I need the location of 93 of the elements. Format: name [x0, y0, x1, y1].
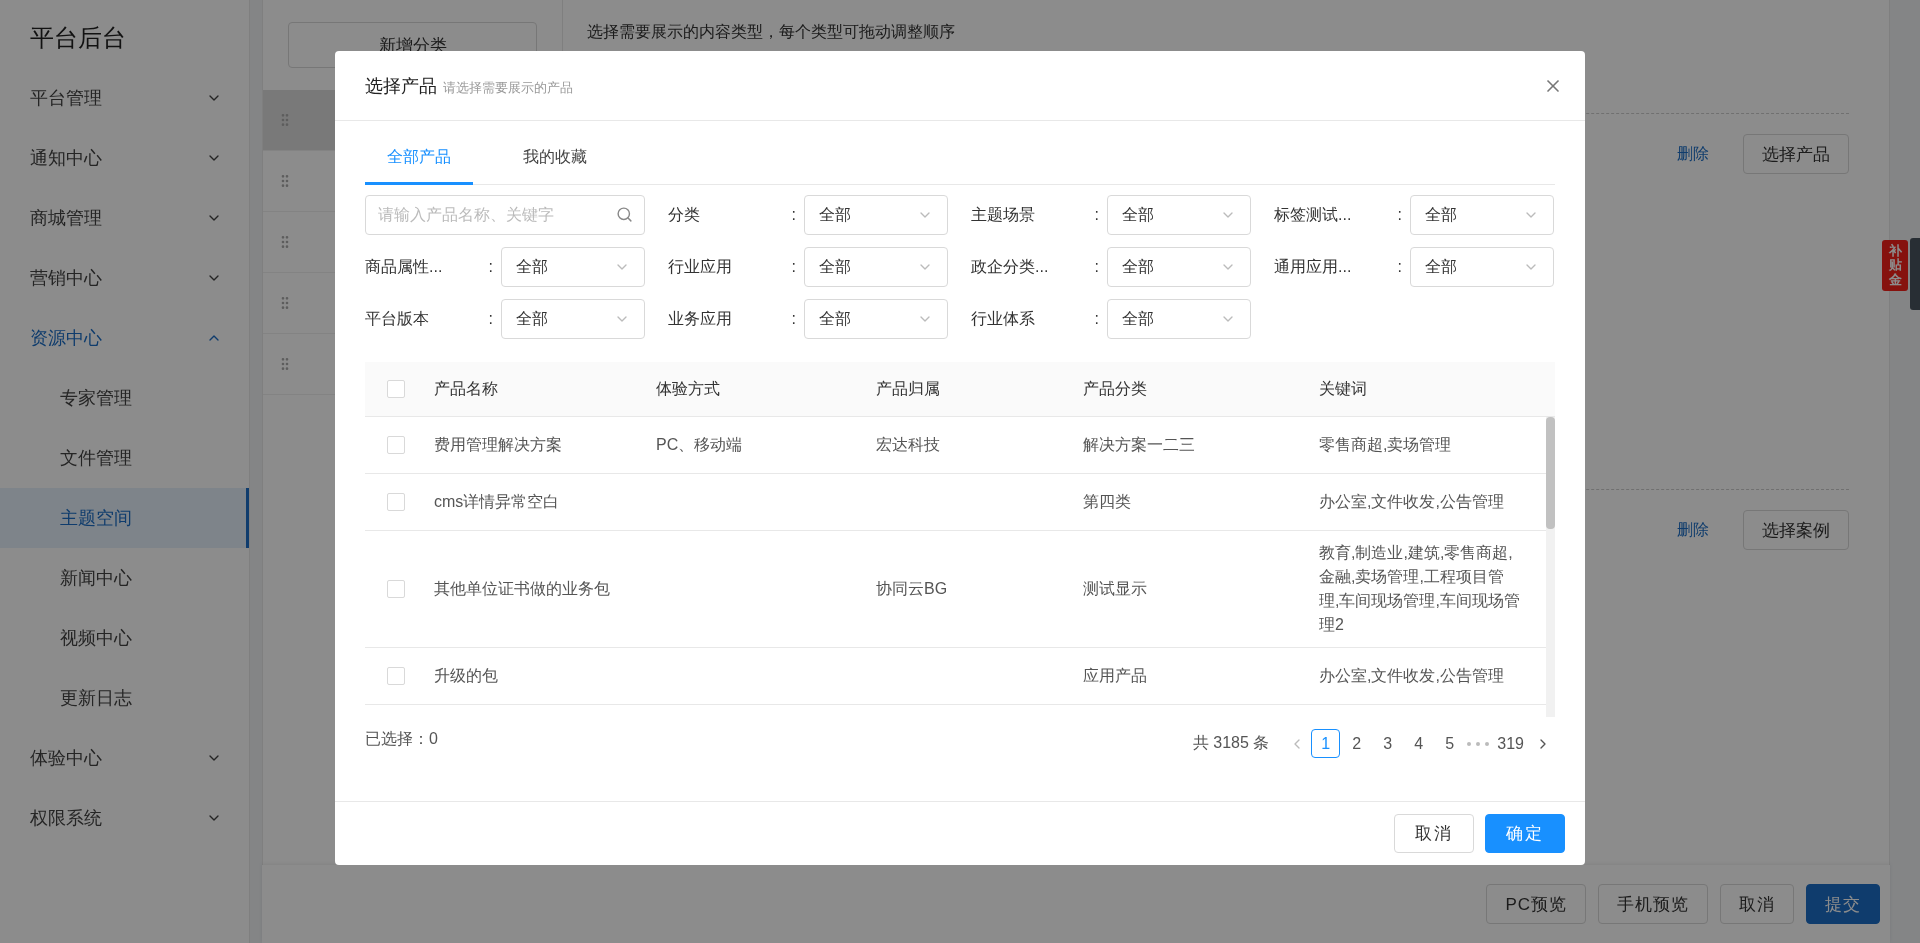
table-cell-text: 办公室,文件收发,公告管理 [1318, 666, 1505, 686]
filter-label: 主题场景 [971, 204, 1035, 225]
filter-select[interactable]: 全部 [804, 195, 948, 235]
column-header: 体验方式 [655, 378, 721, 399]
filter-select[interactable]: 全部 [804, 299, 948, 339]
filter-colon: : [1396, 206, 1403, 224]
sidebar-item[interactable]: 营销中心 [0, 248, 249, 308]
table-cell-text: PC、移动端 [655, 435, 744, 455]
filter-colon: : [1396, 258, 1403, 276]
search-icon [616, 206, 633, 223]
sidebar-item[interactable]: 视频中心 [0, 608, 249, 668]
search-field[interactable]: 请输入产品名称、关键字 [365, 195, 645, 235]
filter-colon: : [790, 206, 797, 224]
filter-select[interactable]: 全部 [1107, 247, 1251, 287]
filter-label: 行业体系 [971, 308, 1035, 329]
action-button[interactable]: 手机预览 [1598, 884, 1708, 924]
table-cell-text: 教育,制造业,建筑,零售商超,金融,卖场管理,工程项目管理,车间现场管理,车间现场管理2 [1318, 543, 1521, 635]
action-button[interactable]: 取消 [1720, 884, 1794, 924]
action-button[interactable]: PC预览 [1486, 884, 1586, 924]
filter-colon: : [1093, 206, 1100, 224]
sidebar-item[interactable]: 资源中心 [0, 308, 249, 368]
filter-select[interactable]: 全部 [804, 247, 948, 287]
sidebar-item[interactable]: 更新日志 [0, 668, 249, 728]
tab[interactable]: 全部产品 [365, 147, 473, 185]
sidebar-item[interactable]: 文件管理 [0, 428, 249, 488]
table-cell-text: 零售商超,卖场管理 [1318, 435, 1453, 455]
table-cell-text: 解决方案一二三 [1082, 435, 1196, 455]
table-cell-text: cms详情异常空白 [433, 492, 561, 512]
table-cell-text: 协同云BG [875, 579, 949, 599]
confirm-button[interactable]: 确定 [1485, 814, 1565, 853]
sidebar-item[interactable]: 专家管理 [0, 368, 249, 428]
filter-select[interactable]: 全部 [1410, 247, 1554, 287]
filter-colon: : [1093, 258, 1100, 276]
side-handle[interactable] [1910, 238, 1920, 310]
filter-colon: : [790, 258, 797, 276]
selected-count: 已选择：0 [365, 729, 438, 749]
checkbox[interactable] [386, 667, 405, 685]
filter-select[interactable]: 全部 [1410, 195, 1554, 235]
table-cell-text: 宏达科技 [875, 435, 941, 455]
select-button[interactable]: 选择案例 [1743, 510, 1849, 550]
checkbox[interactable] [386, 436, 405, 454]
select-button[interactable]: 选择产品 [1743, 134, 1849, 174]
table-cell-text: 测试显示 [1082, 579, 1148, 599]
filter-label: 行业应用 [668, 256, 732, 277]
hint-text: 选择需要展示的内容类型，每个类型可拖动调整顺序 [587, 22, 955, 42]
page-button[interactable]: 1 [1311, 729, 1341, 758]
delete-link[interactable]: 删除 [1677, 510, 1709, 550]
filter-select[interactable]: 全部 [1107, 299, 1251, 339]
filter-label: 商品属性... [365, 256, 443, 277]
sidebar-item[interactable]: 通知中心 [0, 128, 249, 188]
subsidy-badge[interactable]: 补贴金 [1882, 240, 1908, 291]
table-cell-text: 应用产品 [1082, 666, 1148, 686]
checkbox[interactable] [386, 380, 405, 398]
table-cell-text: 费用管理解决方案 [433, 435, 563, 455]
filter-select[interactable]: 全部 [1107, 195, 1251, 235]
table-cell-text: 第四类 [1082, 492, 1132, 512]
column-header: 产品名称 [433, 378, 499, 399]
sidebar-item[interactable]: 主题空间 [0, 488, 249, 548]
filter-colon: : [487, 310, 494, 328]
sidebar-item[interactable]: 权限系统 [0, 788, 249, 848]
dialog-subtitle: 请选择需要展示的产品 [443, 78, 573, 97]
filter-colon: : [1093, 310, 1100, 328]
filter-colon: : [790, 310, 797, 328]
filter-select[interactable]: 全部 [501, 247, 645, 287]
total-count: 共 3185 条 [1192, 733, 1270, 753]
dialog-title: 选择产品 [365, 74, 437, 98]
delete-link[interactable]: 删除 [1677, 134, 1709, 174]
filter-label: 政企分类... [971, 256, 1049, 277]
sidebar-item[interactable]: 体验中心 [0, 728, 249, 788]
sidebar-item[interactable]: 平台管理 [0, 68, 249, 128]
table-cell-text: 办公室,文件收发,公告管理 [1318, 492, 1505, 512]
tab[interactable]: 我的收藏 [501, 147, 609, 185]
cancel-button[interactable]: 取消 [1394, 814, 1474, 853]
filter-label: 分类 [668, 204, 700, 225]
sidebar-title: 平台后台 [29, 23, 127, 53]
ellipsis-icon[interactable] [1466, 740, 1491, 747]
filter-label: 通用应用... [1274, 256, 1352, 277]
filter-colon: : [487, 258, 494, 276]
checkbox[interactable] [386, 580, 405, 598]
filter-label: 平台版本 [365, 308, 429, 329]
table-cell-text: 其他单位证书做的业务包 [433, 579, 611, 599]
column-header: 关键词 [1318, 378, 1368, 399]
filter-select[interactable]: 全部 [501, 299, 645, 339]
checkbox[interactable] [386, 493, 405, 511]
sidebar-item[interactable]: 新闻中心 [0, 548, 249, 608]
table-cell-text: 升级的包 [433, 666, 499, 686]
column-header: 产品分类 [1082, 378, 1148, 399]
column-header: 产品归属 [875, 378, 941, 399]
submit-button[interactable]: 提交 [1806, 884, 1880, 924]
filter-label: 标签测试... [1274, 204, 1352, 225]
sidebar-item[interactable]: 商城管理 [0, 188, 249, 248]
scrollbar[interactable] [1546, 417, 1555, 717]
filter-label: 业务应用 [668, 308, 732, 329]
